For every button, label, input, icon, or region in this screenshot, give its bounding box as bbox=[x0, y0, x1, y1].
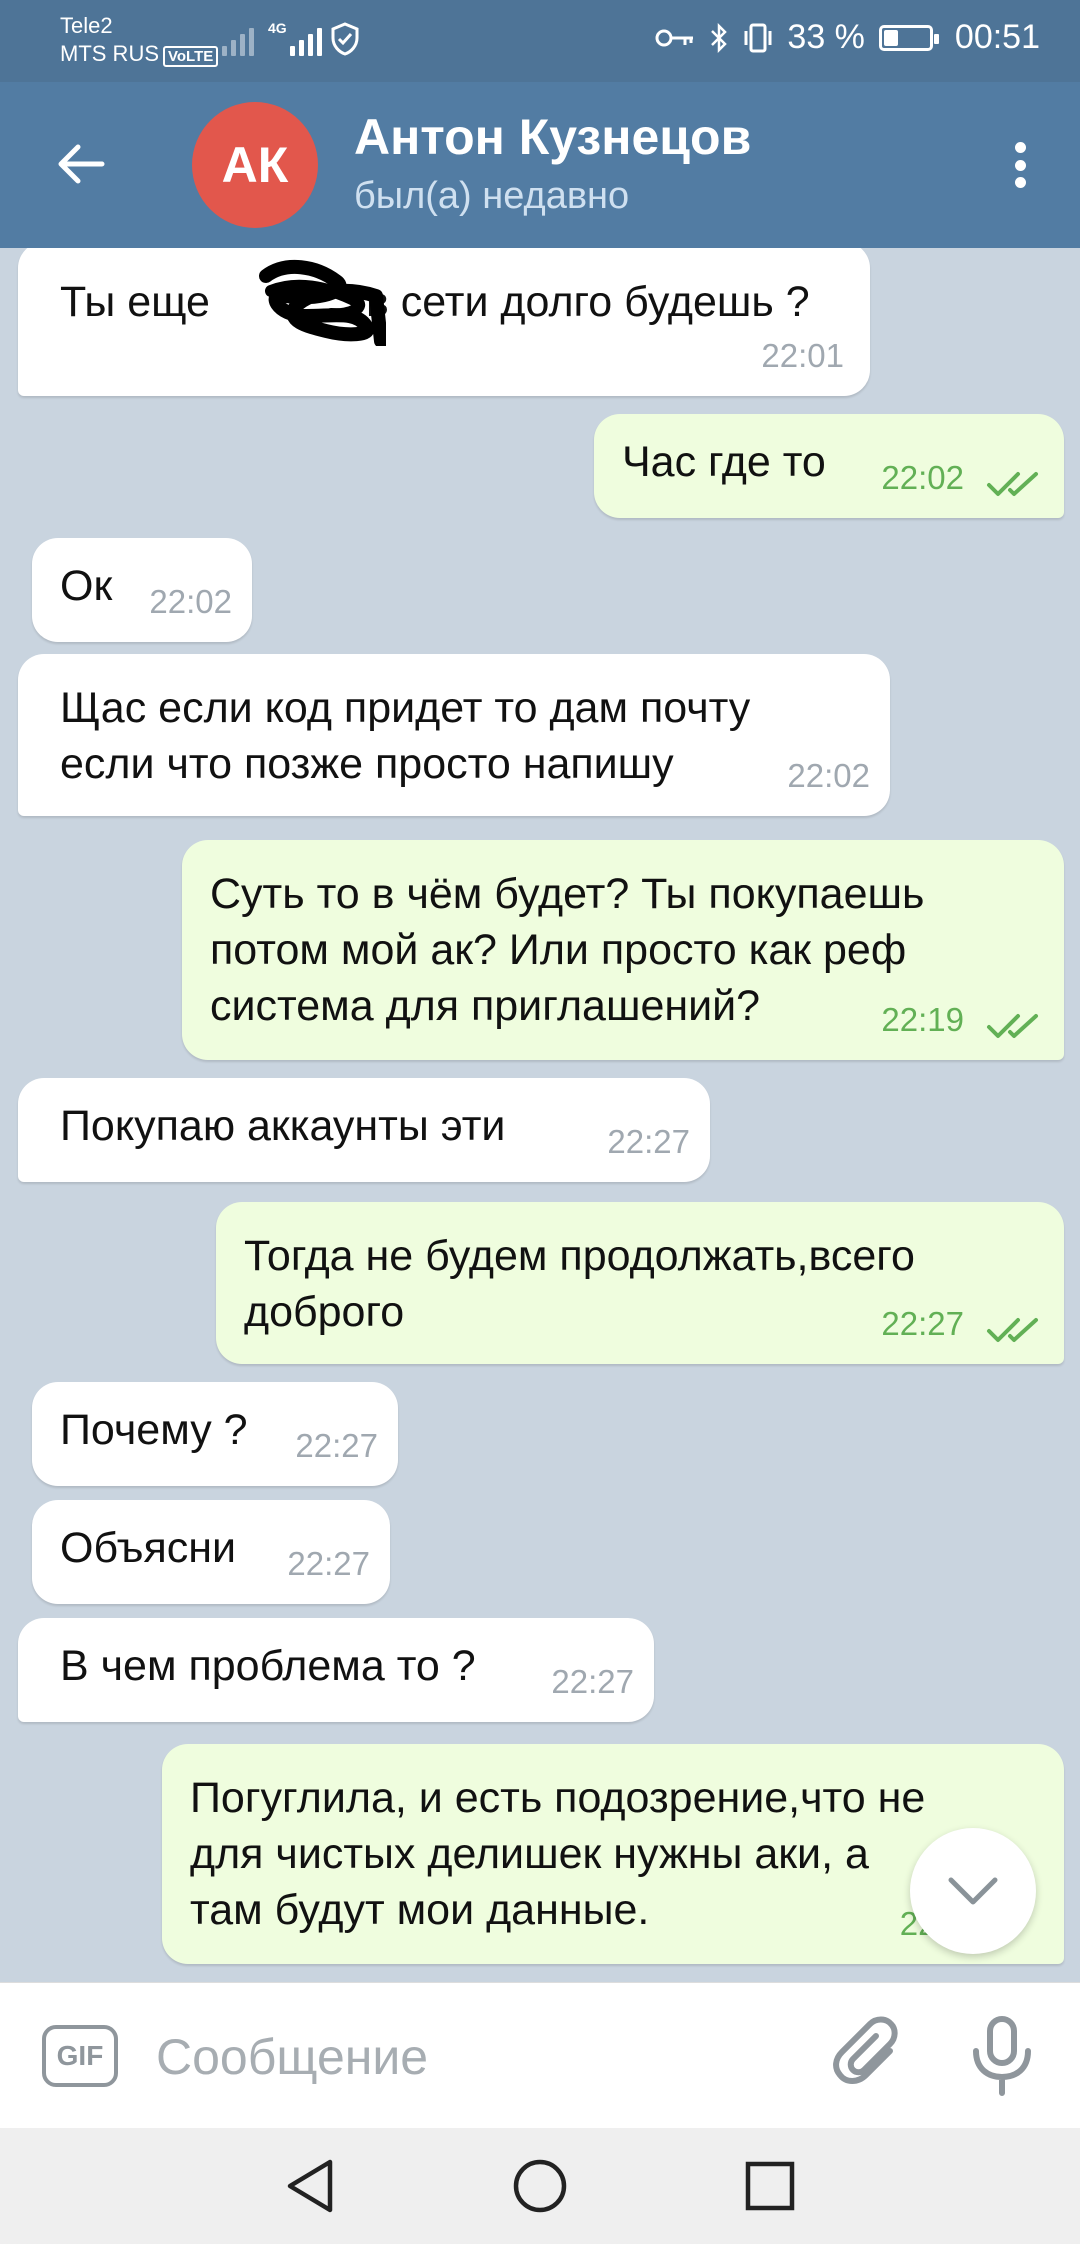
message-text: система для приглашений? bbox=[210, 982, 761, 1030]
nav-back-icon[interactable] bbox=[282, 2156, 338, 2216]
scroll-down-button[interactable] bbox=[910, 1828, 1036, 1954]
double-check-icon bbox=[987, 1014, 1038, 1038]
message-text: Суть то в чём будет? Ты покупаешь bbox=[210, 870, 925, 918]
message-text: для чистых делишек нужны аки, а bbox=[190, 1830, 869, 1878]
message-outgoing[interactable]: Час где то 22:02 bbox=[594, 414, 1064, 518]
message-time: 22:27 bbox=[607, 1123, 690, 1160]
message-text: Ты еще bbox=[60, 278, 210, 326]
shield-icon bbox=[331, 22, 359, 56]
message-time: 22:27 bbox=[551, 1663, 634, 1700]
message-text: Щас если код придет то дам почту bbox=[60, 684, 751, 732]
contact-status: был(а) недавно bbox=[354, 175, 630, 217]
message-time: 22:01 bbox=[761, 337, 844, 374]
system-nav-bar bbox=[0, 2128, 1080, 2244]
network-type: 4G bbox=[268, 20, 287, 36]
carrier-1: Tele2 bbox=[60, 13, 113, 38]
message-text: если что позже просто напишу bbox=[60, 740, 674, 788]
signal-icon bbox=[222, 20, 254, 56]
message-outgoing[interactable]: Тогда не будем продолжать,всего доброго … bbox=[216, 1202, 1064, 1364]
message-incoming[interactable]: Ты еще в сети долго будешь ? 22:01 bbox=[18, 248, 870, 396]
bluetooth-icon bbox=[711, 22, 728, 53]
message-time: 22:19 bbox=[881, 1001, 964, 1038]
message-text: Тогда не будем продолжать,всего bbox=[244, 1232, 915, 1280]
message-incoming[interactable]: Щас если код придет то дам почту если чт… bbox=[18, 654, 890, 816]
nav-home-icon[interactable] bbox=[512, 2156, 568, 2216]
message-text: Ок bbox=[60, 562, 113, 610]
message-text: В чем проблема то ? bbox=[60, 1642, 476, 1690]
status-right: 33 % 00:51 bbox=[655, 18, 1040, 57]
message-time: 22:02 bbox=[149, 583, 232, 620]
carrier-2: MTS RUS bbox=[60, 41, 159, 66]
redaction-scribble bbox=[259, 259, 386, 346]
message-incoming[interactable]: В чем проблема то ? 22:27 bbox=[18, 1618, 654, 1722]
message-text: Час где то bbox=[622, 438, 826, 486]
message-text: доброго bbox=[244, 1288, 405, 1336]
message-time: 22:02 bbox=[881, 459, 964, 496]
message-text: Погуглила, и есть подозрение,что не bbox=[190, 1774, 926, 1822]
volte-badge: VoLTE bbox=[163, 46, 219, 67]
chevron-down-icon bbox=[948, 1877, 998, 1905]
message-incoming[interactable]: Покупаю аккаунты эти 22:27 bbox=[18, 1078, 710, 1182]
signal-icon-2 bbox=[290, 20, 322, 56]
message-text: потом мой ак? Или просто как реф bbox=[210, 926, 907, 974]
back-arrow-icon[interactable] bbox=[52, 134, 112, 194]
message-composer: GIF bbox=[0, 1982, 1080, 2128]
double-check-icon bbox=[987, 472, 1038, 496]
nav-recent-icon[interactable] bbox=[744, 2160, 796, 2212]
message-input[interactable] bbox=[156, 2019, 796, 2095]
message-text: в сети долго будешь ? bbox=[365, 278, 810, 326]
status-bar: Tele2 MTS RUS VoLTE 4G 33 % 00:51 bbox=[0, 0, 1080, 82]
message-text: Объясни bbox=[60, 1524, 237, 1572]
message-text: Покупаю аккаунты эти bbox=[60, 1102, 506, 1150]
chat-header: АК Антон Кузнецов был(а) недавно bbox=[0, 82, 1080, 248]
vibrate-icon bbox=[744, 23, 772, 52]
microphone-icon[interactable] bbox=[962, 2013, 1042, 2099]
message-text: там будут мои данные. bbox=[190, 1886, 650, 1934]
message-list[interactable]: Ты еще в сети долго будешь ? 22:01 Час гд… bbox=[0, 248, 1080, 1982]
avatar[interactable]: АК bbox=[192, 102, 318, 228]
carrier-info: Tele2 MTS RUS VoLTE bbox=[60, 12, 219, 71]
message-text: Почему ? bbox=[60, 1406, 248, 1454]
message-time: 22:27 bbox=[287, 1545, 370, 1582]
contact-name[interactable]: Антон Кузнецов bbox=[354, 108, 751, 166]
message-incoming[interactable]: Почему ? 22:27 bbox=[32, 1382, 398, 1486]
clock: 00:51 bbox=[954, 18, 1040, 56]
message-incoming[interactable]: Объясни 22:27 bbox=[32, 1500, 390, 1604]
message-time: 22:02 bbox=[787, 757, 870, 794]
more-vertical-icon[interactable] bbox=[990, 132, 1050, 198]
battery-icon bbox=[878, 24, 939, 51]
double-check-icon bbox=[987, 1318, 1038, 1342]
battery-text: 33 % bbox=[787, 18, 865, 56]
key-icon bbox=[655, 29, 694, 46]
paperclip-icon[interactable] bbox=[828, 2013, 914, 2099]
gif-button[interactable]: GIF bbox=[42, 2025, 118, 2087]
message-time: 22:27 bbox=[295, 1427, 378, 1464]
message-time: 22:27 bbox=[881, 1305, 964, 1342]
message-outgoing[interactable]: Суть то в чём будет? Ты покупаешь потом … bbox=[182, 840, 1064, 1060]
message-incoming[interactable]: Ок 22:02 bbox=[32, 538, 252, 642]
